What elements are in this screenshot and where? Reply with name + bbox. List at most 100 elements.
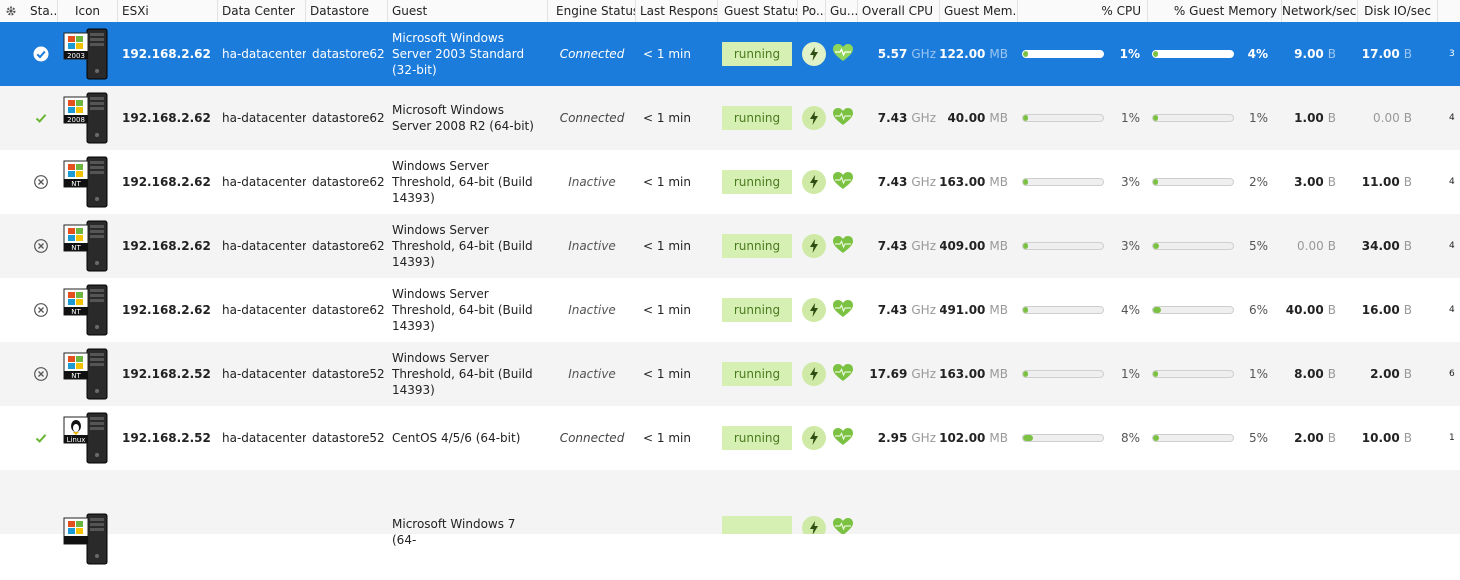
table-row[interactable]: NT 192.168.2.62 ha-datacenter datastore6… <box>0 150 1460 214</box>
server-os-icon: 2008 <box>63 92 108 144</box>
cpu-value: 7.43 <box>877 111 908 125</box>
pct-cpu-bar <box>1022 434 1104 442</box>
guest-status-cell: running <box>722 86 792 150</box>
header-power[interactable]: Po... <box>798 0 826 22</box>
server-os-icon: 2003 <box>63 28 108 80</box>
header-overflow <box>1438 0 1460 22</box>
header-disk-io[interactable]: Disk IO/sec <box>1358 0 1438 22</box>
power-cell <box>801 86 827 150</box>
datastore-cell: datastore52 <box>312 431 385 445</box>
mem-unit: MB <box>989 111 1008 125</box>
network-cell: 8.00 B <box>1276 342 1336 406</box>
table-row[interactable]: Microsoft Windows 7 (64- <box>0 470 1460 565</box>
disk-unit: B <box>1403 303 1412 317</box>
header-icon[interactable]: Icon <box>58 0 118 22</box>
gear-icon[interactable] <box>5 5 17 17</box>
last-response-cell: < 1 min <box>643 111 691 125</box>
table-row[interactable]: 2003 192.168.2.62 ha-datacenter datastor… <box>0 22 1460 86</box>
guest-health-cell <box>830 406 856 470</box>
x-circle-icon <box>34 303 48 317</box>
table-row[interactable]: 2008 192.168.2.62 ha-datacenter datastor… <box>0 86 1460 150</box>
net-value: 0.00 <box>1297 239 1324 253</box>
guest-health-cell <box>830 278 856 342</box>
status-cell <box>24 406 58 470</box>
pct-cpu-cell: 3% <box>1120 175 1140 189</box>
network-cell <box>1276 470 1336 534</box>
header-guest-memory[interactable]: Guest Mem... <box>940 0 1018 22</box>
table-row[interactable]: NT 192.168.2.52 ha-datacenter datastore5… <box>0 342 1460 406</box>
pct-mem-bar-cell <box>1152 278 1234 342</box>
net-value: 3.00 <box>1294 175 1324 189</box>
datacenter-cell: ha-datacenter <box>222 111 306 125</box>
server-os-icon: NT <box>63 220 108 272</box>
last-response-cell: < 1 min <box>643 303 691 317</box>
os-icon-cell: NT <box>60 150 112 214</box>
last-response-cell: < 1 min <box>643 47 691 61</box>
esxi-cell: 192.168.2.52 <box>122 367 211 381</box>
table-row[interactable]: NT 192.168.2.62 ha-datacenter datastore6… <box>0 214 1460 278</box>
guest-status-cell: running <box>722 278 792 342</box>
heart-icon <box>833 427 853 445</box>
header-datacenter[interactable]: Data Center <box>218 0 306 22</box>
header-engine-status[interactable]: Engine Status <box>548 0 636 22</box>
engine-status-cell <box>550 470 634 534</box>
header-guest-status[interactable]: Guest Status <box>718 0 798 22</box>
net-unit: B <box>1327 431 1336 445</box>
disk-value: 11.00 <box>1361 175 1400 189</box>
datacenter-cell <box>222 470 306 534</box>
pct-cpu-cell: 1% <box>1119 47 1140 61</box>
guest-health-cell <box>830 214 856 278</box>
cpu-unit: GHz <box>911 431 936 445</box>
overall-cpu-cell: 7.43 GHz <box>862 150 936 214</box>
server-os-icon: Linux <box>63 412 108 464</box>
header-guest-health[interactable]: Gu... <box>826 0 858 22</box>
heartbeat-icon <box>832 43 854 66</box>
overflow-column-cell: 4 <box>1449 113 1455 123</box>
overall-cpu-cell: 7.43 GHz <box>862 278 936 342</box>
esxi-cell: 192.168.2.62 <box>122 239 211 253</box>
pct-mem-cell: 6% <box>1248 303 1268 317</box>
net-value: 8.00 <box>1294 367 1324 381</box>
pct-cpu-bar <box>1022 370 1104 378</box>
check-circle-icon <box>33 46 49 62</box>
table-row[interactable]: Linux 192.168.2.52 ha-datacenter datasto… <box>0 406 1460 470</box>
header-guest[interactable]: Guest <box>388 0 548 22</box>
pct-mem-bar-cell <box>1152 406 1234 470</box>
header-network[interactable]: Network/sec <box>1282 0 1358 22</box>
table-row[interactable]: NT 192.168.2.62 ha-datacenter datastore6… <box>0 278 1460 342</box>
pct-mem-bar-cell <box>1152 214 1234 278</box>
power-cell <box>801 278 827 342</box>
header-overall-cpu[interactable]: Overall CPU <box>858 0 940 22</box>
pct-cpu-cell: 4% <box>1120 303 1140 317</box>
guest-cell: CentOS 4/5/6 (64-bit) <box>392 431 521 445</box>
cpu-unit: GHz <box>911 175 936 189</box>
disk-unit: B <box>1403 175 1412 189</box>
guest-status-cell: running <box>722 150 792 214</box>
disk-unit: B <box>1403 111 1412 125</box>
server-os-icon: NT <box>63 284 108 336</box>
guest-status-badge: running <box>722 42 792 66</box>
heartbeat-icon <box>832 107 854 130</box>
net-unit: B <box>1327 239 1336 253</box>
engine-status-cell: Connected <box>559 431 625 445</box>
guest-status-badge: running <box>722 426 792 450</box>
x-circle-icon <box>34 239 48 253</box>
header-pct-cpu[interactable]: % CPU <box>1018 0 1148 22</box>
esxi-cell: 192.168.2.52 <box>122 431 211 445</box>
os-icon-cell: Linux <box>60 406 112 470</box>
heartbeat-icon <box>832 235 854 258</box>
engine-status-cell: Inactive <box>568 303 616 317</box>
header-last-response[interactable]: Last Response <box>636 0 718 22</box>
header-status[interactable]: Sta... <box>24 0 58 22</box>
header-datastore[interactable]: Datastore <box>306 0 388 22</box>
guest-status-cell: running <box>722 214 792 278</box>
datastore-cell: datastore62 <box>312 175 385 189</box>
header-esxi[interactable]: ESXi <box>118 0 218 22</box>
check-icon <box>35 114 47 123</box>
cpu-value: 2.95 <box>877 431 908 445</box>
header-pct-guest-memory[interactable]: % Guest Memory <box>1148 0 1282 22</box>
esxi-cell: 192.168.2.62 <box>122 47 211 61</box>
heart-icon <box>833 517 853 534</box>
pct-cpu-bar <box>1022 178 1104 186</box>
network-cell: 9.00 B <box>1276 22 1336 86</box>
